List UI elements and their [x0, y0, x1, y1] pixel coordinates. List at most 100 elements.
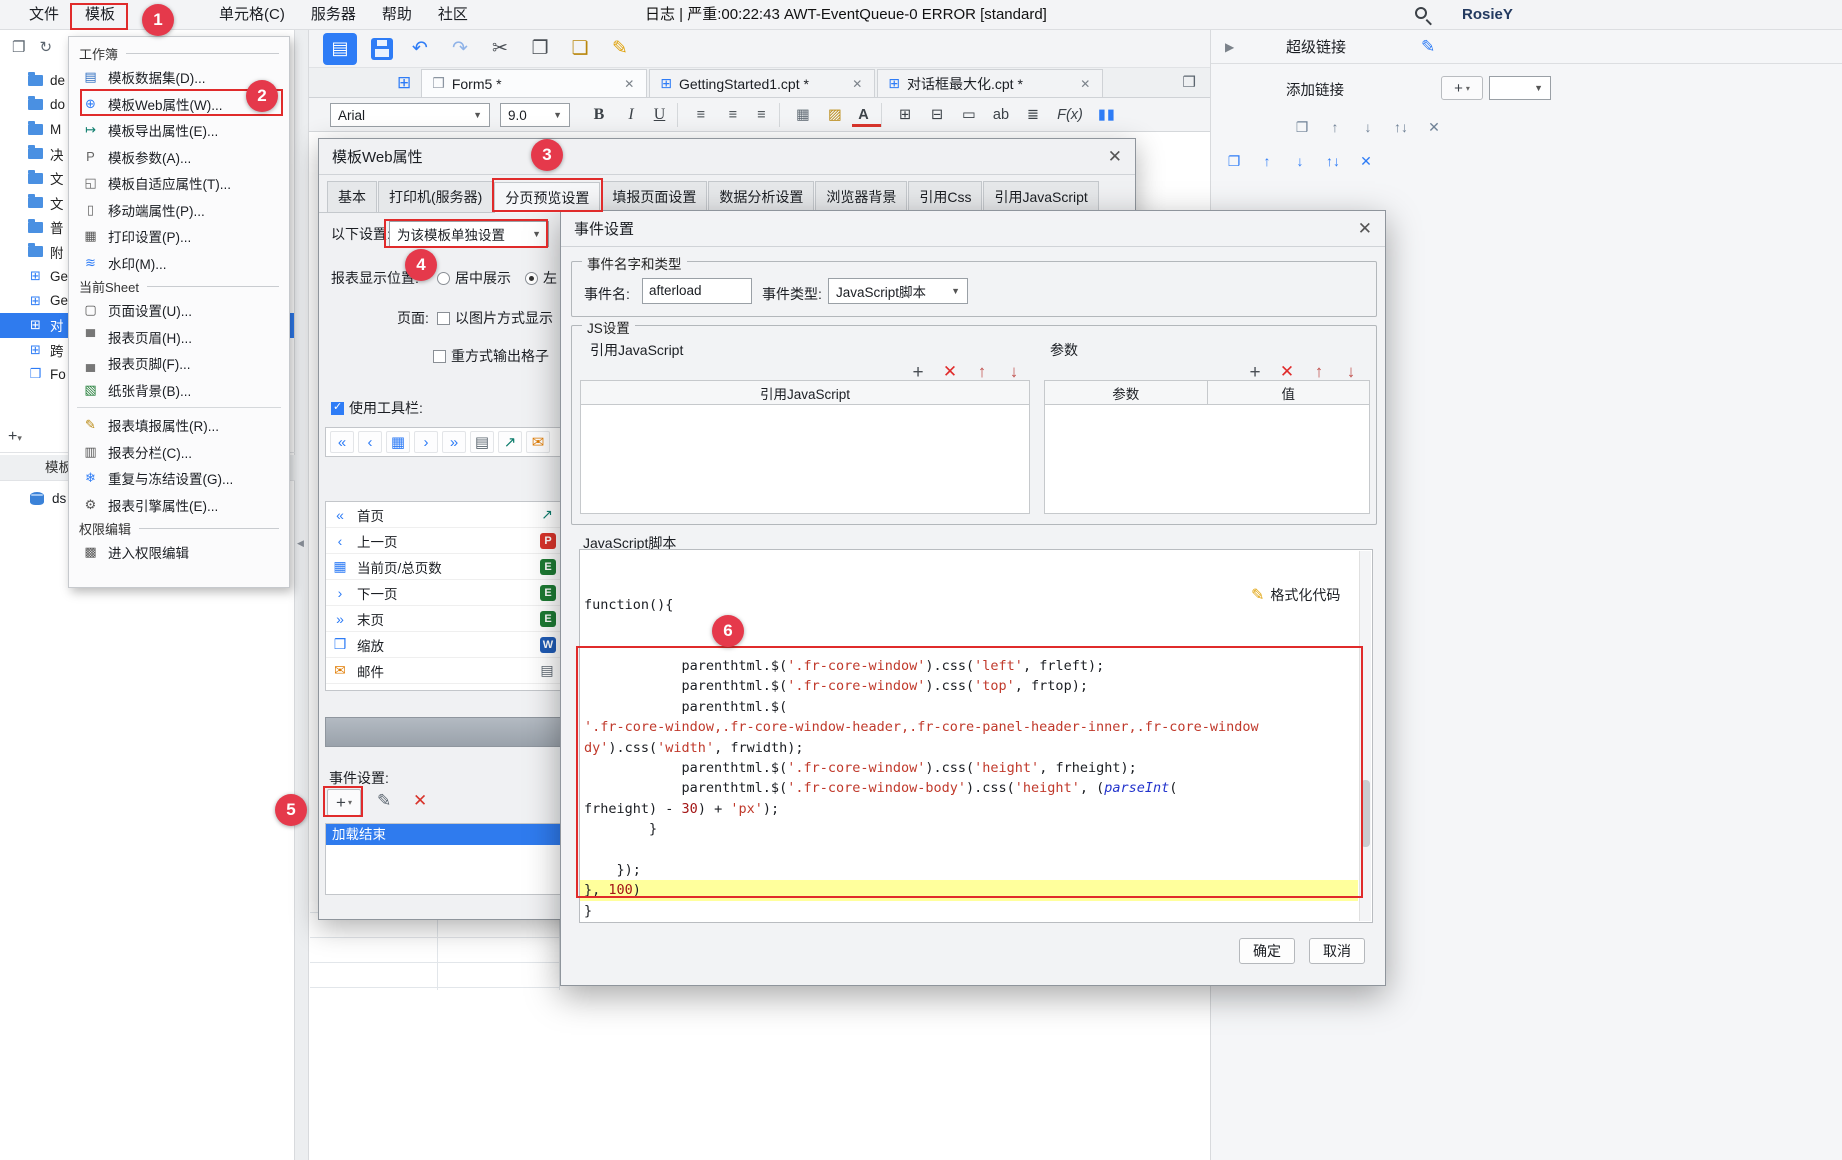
menu-item-export[interactable]: ↦模板导出属性(E)...: [69, 117, 289, 144]
menubar-item-4[interactable]: 服务器: [298, 0, 369, 30]
tab-close-icon[interactable]: ✕: [622, 77, 636, 91]
mail-icon[interactable]: ✉: [526, 431, 550, 453]
menubar-item-2[interactable]: 模板: [72, 0, 128, 30]
menu-item-write[interactable]: ✎报表填报属性(R)...: [69, 412, 289, 439]
hyperlink-delete-button[interactable]: ✕: [1353, 150, 1379, 172]
paste-icon[interactable]: ❏: [567, 37, 593, 60]
menu-item-background[interactable]: ▧纸张背景(B)...: [69, 377, 289, 404]
tab-1[interactable]: 基本: [327, 181, 377, 212]
dialog-titlebar[interactable]: 事件设置 ✕: [561, 211, 1385, 247]
ok-button[interactable]: 确定: [1239, 938, 1295, 964]
hyperlink-up-button[interactable]: ↑: [1254, 150, 1280, 172]
tab-4[interactable]: 填报页面设置: [601, 181, 707, 212]
show-as-image-checkbox[interactable]: 以图片方式显示: [437, 305, 553, 331]
undo-icon[interactable]: ↶: [407, 37, 433, 60]
toolbar-list-item[interactable]: ▦当前页/总页数E: [326, 554, 561, 580]
border-button[interactable]: ▦: [788, 103, 818, 127]
document-tab-2[interactable]: ⊞GettingStarted1.cpt *✕: [649, 69, 875, 97]
insert-text-button[interactable]: ab: [986, 103, 1016, 127]
font-color-button[interactable]: A: [852, 103, 882, 127]
refresh-icon[interactable]: ↻: [39, 38, 52, 56]
dialog-titlebar[interactable]: 模板Web属性 ✕: [319, 139, 1135, 175]
wrap-text-button[interactable]: ≣: [1018, 103, 1048, 127]
add-dataset-button[interactable]: +▾: [8, 428, 48, 450]
toolbar-list-item[interactable]: ❒缩放W: [326, 632, 561, 658]
menu-item-permission[interactable]: ▩进入权限编辑: [69, 539, 289, 566]
menu-item-page-setup[interactable]: ▢页面设置(U)...: [69, 297, 289, 324]
switch-workspace-icon[interactable]: ❐: [12, 38, 25, 56]
next-icon[interactable]: ›: [414, 431, 438, 453]
underline-button[interactable]: U: [648, 103, 678, 127]
edit-event-icon[interactable]: ✎: [377, 791, 391, 811]
align-right-button[interactable]: ≡: [750, 103, 780, 127]
use-toolbar-checkbox[interactable]: 使用工具栏:: [331, 395, 423, 421]
hyperlink-down-button[interactable]: ↓: [1355, 116, 1381, 138]
merge-cells-button[interactable]: ⊞: [890, 103, 920, 127]
output-cells-checkbox[interactable]: 重方式输出格子: [433, 343, 549, 369]
hyperlink-type-select[interactable]: ▼: [1489, 76, 1551, 100]
export-icon[interactable]: ↗: [498, 431, 522, 453]
menu-item-print[interactable]: ▦打印设置(P)...: [69, 223, 289, 250]
pages-icon[interactable]: ▦: [386, 431, 410, 453]
tab-8[interactable]: 引用JavaScript: [983, 181, 1098, 212]
tab-close-icon[interactable]: ✕: [1078, 77, 1092, 91]
prev-icon[interactable]: ‹: [358, 431, 382, 453]
toolbar-list-item[interactable]: «首页↗: [326, 502, 561, 528]
hyperlink-delete-button[interactable]: ✕: [1421, 116, 1447, 138]
menubar-item-6[interactable]: 社区: [425, 0, 481, 30]
excel-icon[interactable]: E: [540, 611, 556, 627]
italic-button[interactable]: I: [616, 103, 646, 127]
excel-icon[interactable]: E: [540, 559, 556, 575]
event-list-item[interactable]: 加载结束: [326, 824, 561, 845]
new-template-icon[interactable]: ⊞: [397, 73, 411, 93]
printer-icon[interactable]: ▤: [470, 431, 494, 453]
fill-color-button[interactable]: ▨: [820, 103, 850, 127]
close-icon[interactable]: ✕: [1358, 219, 1372, 239]
delete-event-icon[interactable]: ✕: [413, 791, 427, 811]
add-hyperlink-button[interactable]: +▾: [1441, 76, 1483, 100]
hyperlink-sort-button[interactable]: ↑↓: [1388, 116, 1414, 138]
tab-7[interactable]: 引用Css: [908, 181, 982, 212]
menubar-item-3[interactable]: 单元格(C): [206, 0, 298, 30]
parameters-table[interactable]: 参数 值: [1044, 380, 1370, 514]
menu-item-columns[interactable]: ▥报表分栏(C)...: [69, 439, 289, 466]
position-center-radio[interactable]: 居中展示: [437, 265, 511, 291]
cancel-button[interactable]: 取消: [1309, 938, 1365, 964]
tab-close-icon[interactable]: ✕: [850, 77, 864, 91]
copy-icon[interactable]: ❐: [527, 37, 553, 60]
log-status-text[interactable]: 日志 | 严重:00:22:43 AWT-EventQueue-0 ERROR …: [645, 0, 1047, 30]
menu-item-adaptive[interactable]: ◱模板自适应属性(T)...: [69, 170, 289, 197]
menu-item-param[interactable]: P模板参数(A)...: [69, 144, 289, 171]
redo-icon[interactable]: ↷: [447, 37, 473, 60]
font-family-select[interactable]: Arial▼: [330, 103, 490, 127]
save-icon[interactable]: [371, 38, 393, 60]
js-reference-table[interactable]: 引用JavaScript: [580, 380, 1030, 514]
edit-brush-icon[interactable]: ✎: [1421, 37, 1435, 57]
bold-button[interactable]: B: [584, 103, 614, 127]
event-name-input[interactable]: afterload: [642, 278, 752, 304]
font-size-select[interactable]: 9.0▼: [500, 103, 570, 127]
menubar-item-1[interactable]: 文件: [16, 0, 72, 30]
export-icon[interactable]: ↗: [538, 506, 556, 523]
hyperlink-sort-button[interactable]: ↑↓: [1320, 150, 1346, 172]
position-left-radio[interactable]: 左: [525, 265, 561, 291]
menu-item-footer[interactable]: ▄报表页脚(F)...: [69, 350, 289, 377]
excel-icon[interactable]: E: [540, 585, 556, 601]
toolbar-list-item[interactable]: ‹上一页P: [326, 528, 561, 554]
collapse-panel-icon[interactable]: ▶: [1225, 40, 1234, 54]
format-painter-icon[interactable]: ✎: [607, 37, 633, 60]
event-type-select[interactable]: JavaScript脚本▼: [828, 278, 968, 304]
insert-image-button[interactable]: ▭: [954, 103, 984, 127]
hyperlink-down-button[interactable]: ↓: [1287, 150, 1313, 172]
chart-button[interactable]: ▮▮: [1092, 103, 1122, 127]
add-event-button[interactable]: +▾: [327, 789, 361, 816]
menu-item-watermark[interactable]: ≋水印(M)...: [69, 250, 289, 277]
toolbar-list-item[interactable]: ›下一页E: [326, 580, 561, 606]
document-tab-3[interactable]: ⊞对话框最大化.cpt *✕: [877, 69, 1103, 97]
tab-6[interactable]: 浏览器背景: [815, 181, 907, 212]
cut-icon[interactable]: ✂: [487, 37, 513, 60]
tab-2[interactable]: 打印机(服务器): [378, 181, 493, 212]
setting-scope-select[interactable]: 为该模板单独设置▼: [389, 221, 549, 247]
tab-3[interactable]: 分页预览设置: [494, 182, 600, 213]
scrollbar-thumb[interactable]: [1361, 780, 1370, 847]
